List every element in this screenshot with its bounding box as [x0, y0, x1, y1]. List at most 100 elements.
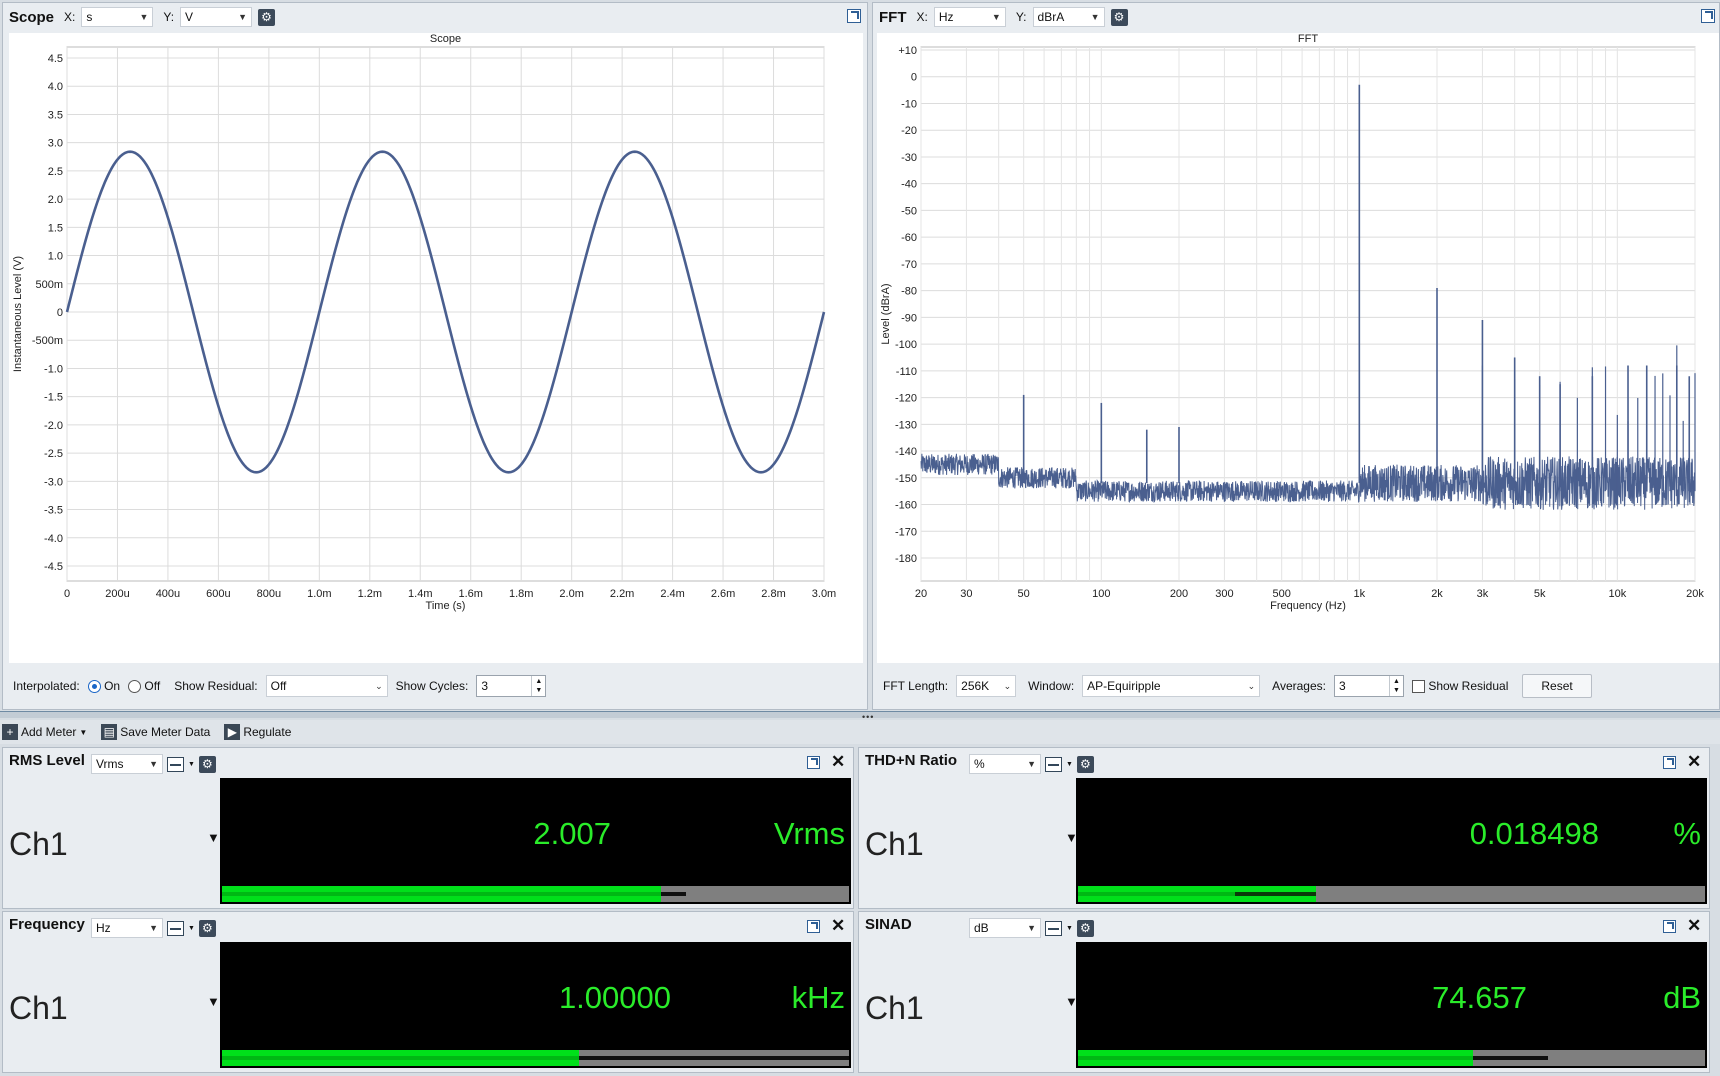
- meter-unit-value: Vrms: [96, 757, 124, 771]
- gear-icon[interactable]: ⚙: [1076, 919, 1094, 937]
- y-unit-select[interactable]: dBrA ▼: [1032, 7, 1105, 27]
- spinner-arrows-icon[interactable]: ▲ ▼: [531, 676, 545, 696]
- y-tick-label: -160: [895, 500, 917, 512]
- gear-icon[interactable]: ⚙: [258, 8, 276, 26]
- close-icon[interactable]: ✕: [1687, 916, 1701, 936]
- y-tick-label: -500m: [32, 335, 63, 347]
- popout-icon[interactable]: [1663, 756, 1676, 769]
- x-tick-label: 2.0m: [559, 588, 583, 600]
- chevron-down-icon[interactable]: ▼: [1066, 925, 1073, 932]
- regulate-button[interactable]: ▶ Regulate: [224, 724, 291, 740]
- meter-display: 74.657 dB: [1076, 942, 1707, 1068]
- channel-dropdown-icon[interactable]: ▼: [207, 830, 220, 845]
- meter-bar-peak: [1234, 892, 1317, 896]
- window-select[interactable]: AP-Equiripple ⌄: [1082, 675, 1261, 697]
- fft-header: FFT X: Hz ▼ Y: dBrA ▼ ⚙: [873, 3, 1719, 31]
- y-tick-label: 0: [57, 307, 63, 319]
- spinner-arrows-icon[interactable]: ▲ ▼: [1388, 676, 1403, 696]
- x-unit-select[interactable]: s ▼: [81, 7, 154, 27]
- averages-spinner[interactable]: 3 ▲ ▼: [1333, 675, 1404, 697]
- y-tick-label: -150: [895, 473, 917, 485]
- x-tick-label: 2.4m: [660, 588, 684, 600]
- meter-value: 2.007: [533, 816, 611, 851]
- x-tick-label: 2.2m: [610, 588, 634, 600]
- popout-icon[interactable]: [1663, 920, 1676, 933]
- meter-bar-peak: [660, 892, 686, 896]
- splitter[interactable]: [0, 711, 1720, 718]
- popout-icon[interactable]: [807, 920, 820, 933]
- meter-rms: RMS Level Vrms ▼ ▼ ⚙ ✕ Ch1 ▼ 2.007 Vrms: [2, 747, 854, 909]
- x-unit-value: s: [86, 10, 93, 24]
- graph-icon[interactable]: [1045, 756, 1062, 772]
- play-icon: ▶: [224, 724, 241, 740]
- interpolated-off-radio[interactable]: Off: [128, 679, 160, 694]
- y-tick-label: -3.5: [44, 505, 63, 517]
- gear-icon[interactable]: ⚙: [1110, 8, 1128, 26]
- show-residual-select[interactable]: Off ⌄: [265, 675, 388, 697]
- graph-icon[interactable]: [167, 756, 184, 772]
- chevron-down-icon: ⌄: [1003, 680, 1012, 691]
- x-unit-select[interactable]: Hz ▼: [933, 7, 1006, 27]
- show-cycles-value: 3: [481, 679, 488, 693]
- meter-freq: Frequency Hz ▼ ▼ ⚙ ✕ Ch1 ▼ 1.00000 kHz: [2, 911, 854, 1073]
- y-tick-label: -90: [901, 312, 917, 324]
- close-icon[interactable]: ✕: [1687, 752, 1701, 772]
- y-tick-label: -170: [895, 526, 917, 538]
- channel-dropdown-icon[interactable]: ▼: [207, 994, 220, 1009]
- x-tick-label: 100: [1092, 588, 1110, 600]
- chevron-down-icon[interactable]: ▼: [188, 925, 195, 932]
- meter-unit-select[interactable]: % ▼: [969, 754, 1041, 774]
- chevron-down-icon: ▼: [79, 727, 88, 737]
- scope-controls: Interpolated: On Off Show Residual: Off ⌄…: [3, 669, 867, 703]
- popout-icon[interactable]: [807, 756, 820, 769]
- x-tick-label: 20: [915, 588, 927, 600]
- x-tick-label: 2.8m: [761, 588, 785, 600]
- meter-unit-select[interactable]: Hz ▼: [91, 918, 163, 938]
- meter-header-controls: Vrms ▼ ▼ ⚙: [91, 754, 216, 774]
- meter-header-controls: % ▼ ▼ ⚙: [969, 754, 1094, 774]
- y-tick-label: 3.5: [48, 109, 63, 121]
- chevron-down-icon[interactable]: ▼: [188, 761, 195, 768]
- graph-icon[interactable]: [1045, 920, 1062, 936]
- y-unit-select[interactable]: V ▼: [180, 7, 253, 27]
- meter-unit-select[interactable]: Vrms ▼: [91, 754, 163, 774]
- scope-panel: Scope X: s ▼ Y: V ▼ ⚙ Scope 4.5 4.0 3.5 3.0 2.5…: [2, 2, 868, 710]
- x-tick-label: 30: [960, 588, 972, 600]
- reset-button[interactable]: Reset: [1522, 674, 1592, 698]
- chevron-down-icon: ▼: [1027, 759, 1036, 769]
- graph-icon[interactable]: [167, 920, 184, 936]
- save-meter-data-button[interactable]: ▤ Save Meter Data: [101, 724, 210, 740]
- fft-length-label: FFT Length:: [883, 679, 949, 693]
- meter-unit: %: [1673, 816, 1701, 851]
- close-icon[interactable]: ✕: [831, 752, 845, 772]
- x-tick-label: 0: [64, 588, 70, 600]
- fft-plot-title: FFT: [1298, 33, 1318, 45]
- scope-title: Scope: [9, 8, 55, 26]
- gear-icon[interactable]: ⚙: [198, 755, 216, 773]
- interpolated-on-radio[interactable]: On: [87, 679, 120, 694]
- meter-unit-select[interactable]: dB ▼: [969, 918, 1041, 938]
- meter-display: 1.00000 kHz: [220, 942, 851, 1068]
- channel-label: Ch1: [865, 990, 924, 1026]
- gear-icon[interactable]: ⚙: [1076, 755, 1094, 773]
- show-residual-checkbox[interactable]: Show Residual: [1411, 679, 1508, 694]
- add-meter-button[interactable]: + Add Meter ▼: [2, 724, 87, 740]
- gear-icon[interactable]: ⚙: [198, 919, 216, 937]
- chevron-down-icon[interactable]: ▼: [1066, 761, 1073, 768]
- plus-icon: +: [2, 724, 18, 740]
- y-tick-label: +10: [898, 45, 917, 57]
- popout-icon[interactable]: [847, 9, 861, 23]
- meter-bar: [222, 886, 849, 902]
- popout-icon[interactable]: [1701, 9, 1715, 23]
- meter-toolbar: + Add Meter ▼ ▤ Save Meter Data ▶ Regula…: [0, 720, 1720, 744]
- scope-plot-area[interactable]: Scope 4.5 4.0 3.5 3.0 2.5 2.0 1.5 1.0 500m 0 -500m -…: [9, 33, 863, 663]
- show-cycles-spinner[interactable]: 3 ▲ ▼: [476, 675, 547, 697]
- close-icon[interactable]: ✕: [831, 916, 845, 936]
- x-tick-label: 300: [1215, 588, 1233, 600]
- fft-panel: FFT X: Hz ▼ Y: dBrA ▼ ⚙ FFT +10 0 -10 -20 -30 -4…: [872, 2, 1720, 710]
- fft-length-select[interactable]: 256K ⌄: [956, 675, 1017, 697]
- meter-bar-inner: [222, 1056, 580, 1060]
- fft-plot-area[interactable]: FFT +10 0 -10 -20 -30 -40 -50 -60 -70 -80 -90 -100 -1…: [877, 33, 1719, 663]
- meter-bar-inner: [1078, 1056, 1473, 1060]
- chevron-down-icon: ▼: [1027, 923, 1036, 933]
